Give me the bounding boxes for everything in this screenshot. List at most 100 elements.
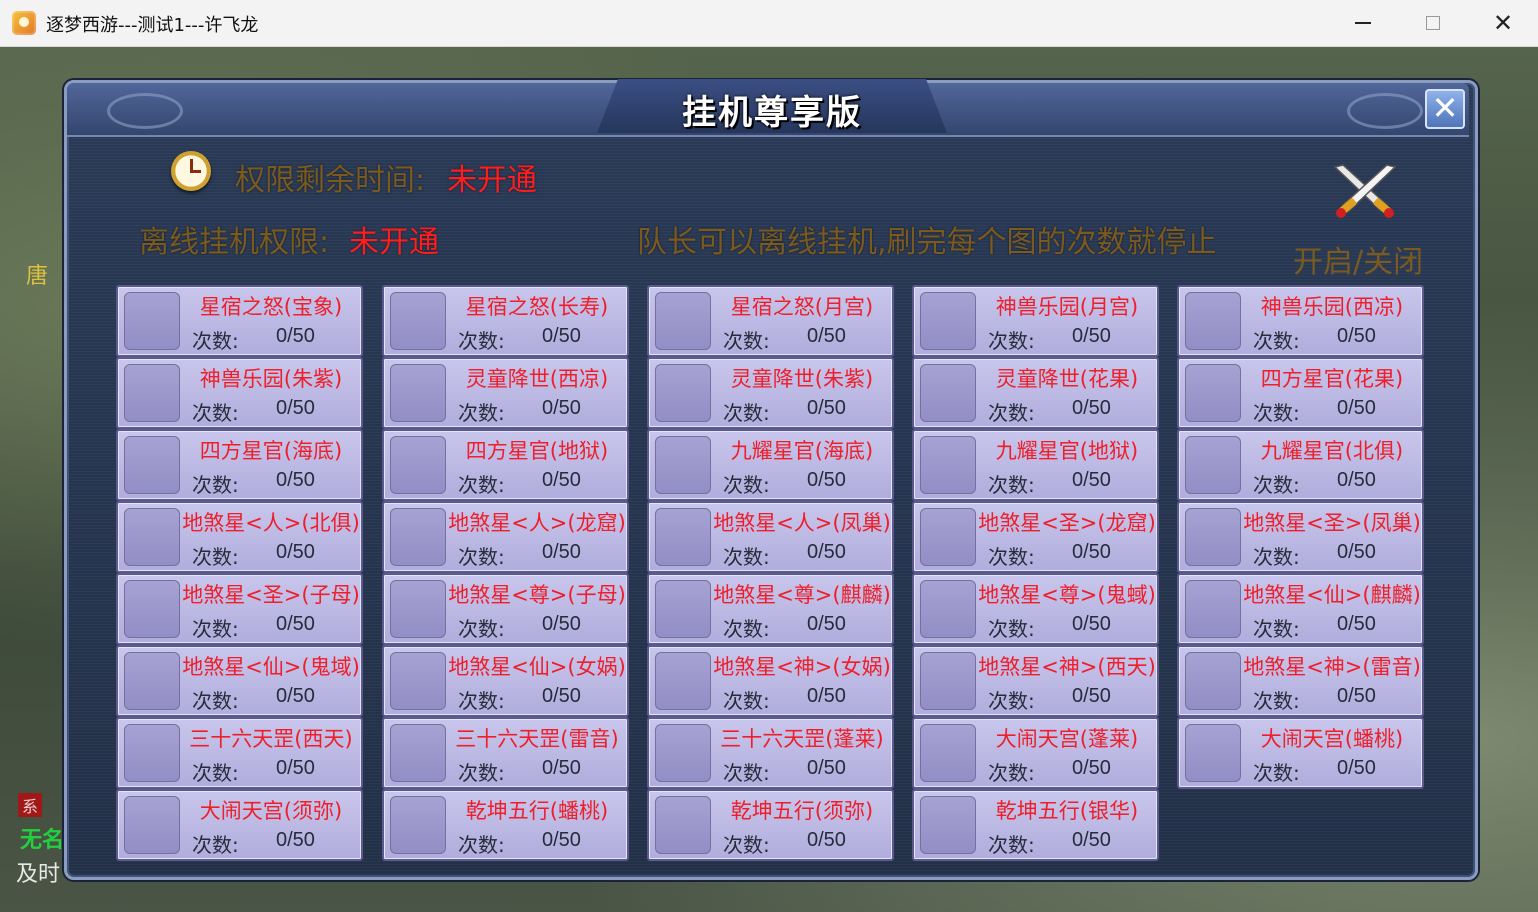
map-checkbox[interactable] [1185,652,1241,710]
map-card[interactable]: 九耀星官(北俱) 次数: 0/50 [1177,429,1424,501]
map-name: 星宿之怒(长寿) [465,295,609,319]
map-card[interactable]: 地煞星<人>(北俱) 次数: 0/50 [116,501,363,573]
map-card[interactable]: 灵童降世(花果) 次数: 0/50 [912,357,1159,429]
map-card[interactable]: 三十六天罡(西天) 次数: 0/50 [116,717,363,789]
map-checkbox[interactable] [655,724,711,782]
map-card[interactable]: 地煞星<神>(西天) 次数: 0/50 [912,645,1159,717]
map-checkbox[interactable] [655,580,711,638]
window-close-button[interactable]: ✕ [1468,0,1538,46]
map-checkbox[interactable] [390,652,446,710]
map-checkbox[interactable] [1185,436,1241,494]
map-card[interactable]: 地煞星<仙>(麒麟) 次数: 0/50 [1177,573,1424,645]
map-checkbox[interactable] [124,652,180,710]
map-card[interactable]: 地煞星<人>(龙窟) 次数: 0/50 [382,501,629,573]
map-card[interactable]: 地煞星<神>(女娲) 次数: 0/50 [647,645,894,717]
dialog-close-button[interactable]: ✕ [1425,89,1465,129]
map-card[interactable]: 地煞星<尊>(麒麟) 次数: 0/50 [647,573,894,645]
map-name: 乾坤五行(须弥) [730,799,874,823]
map-card[interactable]: 星宿之怒(月宫) 次数: 0/50 [647,285,894,357]
map-card[interactable]: 灵童降世(西凉) 次数: 0/50 [382,357,629,429]
crossed-swords-icon[interactable] [1329,163,1401,219]
map-checkbox[interactable] [655,508,711,566]
count-value: 0/50 [1072,541,1111,563]
map-name: 四方星官(花果) [1260,367,1404,391]
map-card[interactable]: 地煞星<圣>(凤巢) 次数: 0/50 [1177,501,1424,573]
map-name: 灵童降世(西凉) [465,367,609,391]
map-checkbox[interactable] [124,796,180,854]
map-checkbox[interactable] [390,364,446,422]
map-checkbox[interactable] [655,364,711,422]
map-name: 四方星官(地狱) [465,439,609,463]
count-value: 0/50 [276,397,315,419]
map-card[interactable]: 地煞星<尊>(鬼蜮) 次数: 0/50 [912,573,1159,645]
map-checkbox[interactable] [124,580,180,638]
map-checkbox[interactable] [124,436,180,494]
map-checkbox[interactable] [1185,364,1241,422]
map-checkbox[interactable] [655,796,711,854]
map-card[interactable]: 乾坤五行(银华) 次数: 0/50 [912,789,1159,861]
map-card[interactable]: 乾坤五行(须弥) 次数: 0/50 [647,789,894,861]
map-card[interactable]: 地煞星<圣>(子母) 次数: 0/50 [116,573,363,645]
map-card[interactable]: 神兽乐园(朱紫) 次数: 0/50 [116,357,363,429]
map-checkbox[interactable] [920,796,976,854]
map-checkbox[interactable] [1185,292,1241,350]
map-card[interactable]: 地煞星<仙>(女娲) 次数: 0/50 [382,645,629,717]
map-card[interactable]: 大闹天宫(蟠桃) 次数: 0/50 [1177,717,1424,789]
count-value: 0/50 [807,757,846,779]
count-value: 0/50 [807,397,846,419]
map-checkbox[interactable] [124,364,180,422]
map-checkbox[interactable] [124,292,180,350]
map-card[interactable]: 地煞星<尊>(子母) 次数: 0/50 [382,573,629,645]
map-card[interactable]: 四方星官(海底) 次数: 0/50 [116,429,363,501]
map-checkbox[interactable] [655,652,711,710]
map-checkbox[interactable] [920,436,976,494]
count-label: 次数: [723,473,770,497]
maximize-button[interactable] [1398,0,1468,46]
map-checkbox[interactable] [390,796,446,854]
count-label: 次数: [723,401,770,425]
map-checkbox[interactable] [920,724,976,782]
map-card[interactable]: 星宿之怒(长寿) 次数: 0/50 [382,285,629,357]
map-card[interactable]: 地煞星<圣>(龙窟) 次数: 0/50 [912,501,1159,573]
map-checkbox[interactable] [655,436,711,494]
offline-permission-label: 离线挂机权限: [139,225,330,260]
minimize-button[interactable] [1328,0,1398,46]
map-card[interactable]: 灵童降世(朱紫) 次数: 0/50 [647,357,894,429]
map-card[interactable]: 神兽乐园(月宫) 次数: 0/50 [912,285,1159,357]
map-card[interactable]: 星宿之怒(宝象) 次数: 0/50 [116,285,363,357]
map-checkbox[interactable] [920,652,976,710]
map-checkbox[interactable] [920,364,976,422]
map-card[interactable]: 九耀星官(海底) 次数: 0/50 [647,429,894,501]
map-checkbox[interactable] [920,580,976,638]
map-card[interactable]: 大闹天宫(蓬莱) 次数: 0/50 [912,717,1159,789]
map-checkbox[interactable] [1185,508,1241,566]
map-name: 地煞星<尊>(麒麟) [713,583,891,607]
count-value: 0/50 [1072,325,1111,347]
map-card[interactable]: 三十六天罡(雷音) 次数: 0/50 [382,717,629,789]
map-card[interactable]: 四方星官(花果) 次数: 0/50 [1177,357,1424,429]
map-card[interactable]: 神兽乐园(西凉) 次数: 0/50 [1177,285,1424,357]
map-checkbox[interactable] [390,580,446,638]
map-card[interactable]: 地煞星<人>(凤巢) 次数: 0/50 [647,501,894,573]
map-checkbox[interactable] [920,508,976,566]
map-checkbox[interactable] [390,724,446,782]
map-card[interactable]: 地煞星<仙>(鬼域) 次数: 0/50 [116,645,363,717]
map-card[interactable]: 大闹天宫(须弥) 次数: 0/50 [116,789,363,861]
map-checkbox[interactable] [390,436,446,494]
map-card[interactable]: 地煞星<神>(雷音) 次数: 0/50 [1177,645,1424,717]
map-checkbox[interactable] [655,292,711,350]
map-card[interactable]: 三十六天罡(蓬莱) 次数: 0/50 [647,717,894,789]
map-checkbox[interactable] [1185,580,1241,638]
map-checkbox[interactable] [124,508,180,566]
map-checkbox[interactable] [390,508,446,566]
map-card[interactable]: 乾坤五行(蟠桃) 次数: 0/50 [382,789,629,861]
toggle-offline-button[interactable]: 开启/关闭 [1293,237,1423,281]
map-card[interactable]: 九耀星官(地狱) 次数: 0/50 [912,429,1159,501]
count-value: 0/50 [276,685,315,707]
map-checkbox[interactable] [390,292,446,350]
map-card[interactable]: 四方星官(地狱) 次数: 0/50 [382,429,629,501]
map-checkbox[interactable] [920,292,976,350]
map-checkbox[interactable] [1185,724,1241,782]
map-name: 地煞星<仙>(鬼域) [182,655,360,679]
map-checkbox[interactable] [124,724,180,782]
